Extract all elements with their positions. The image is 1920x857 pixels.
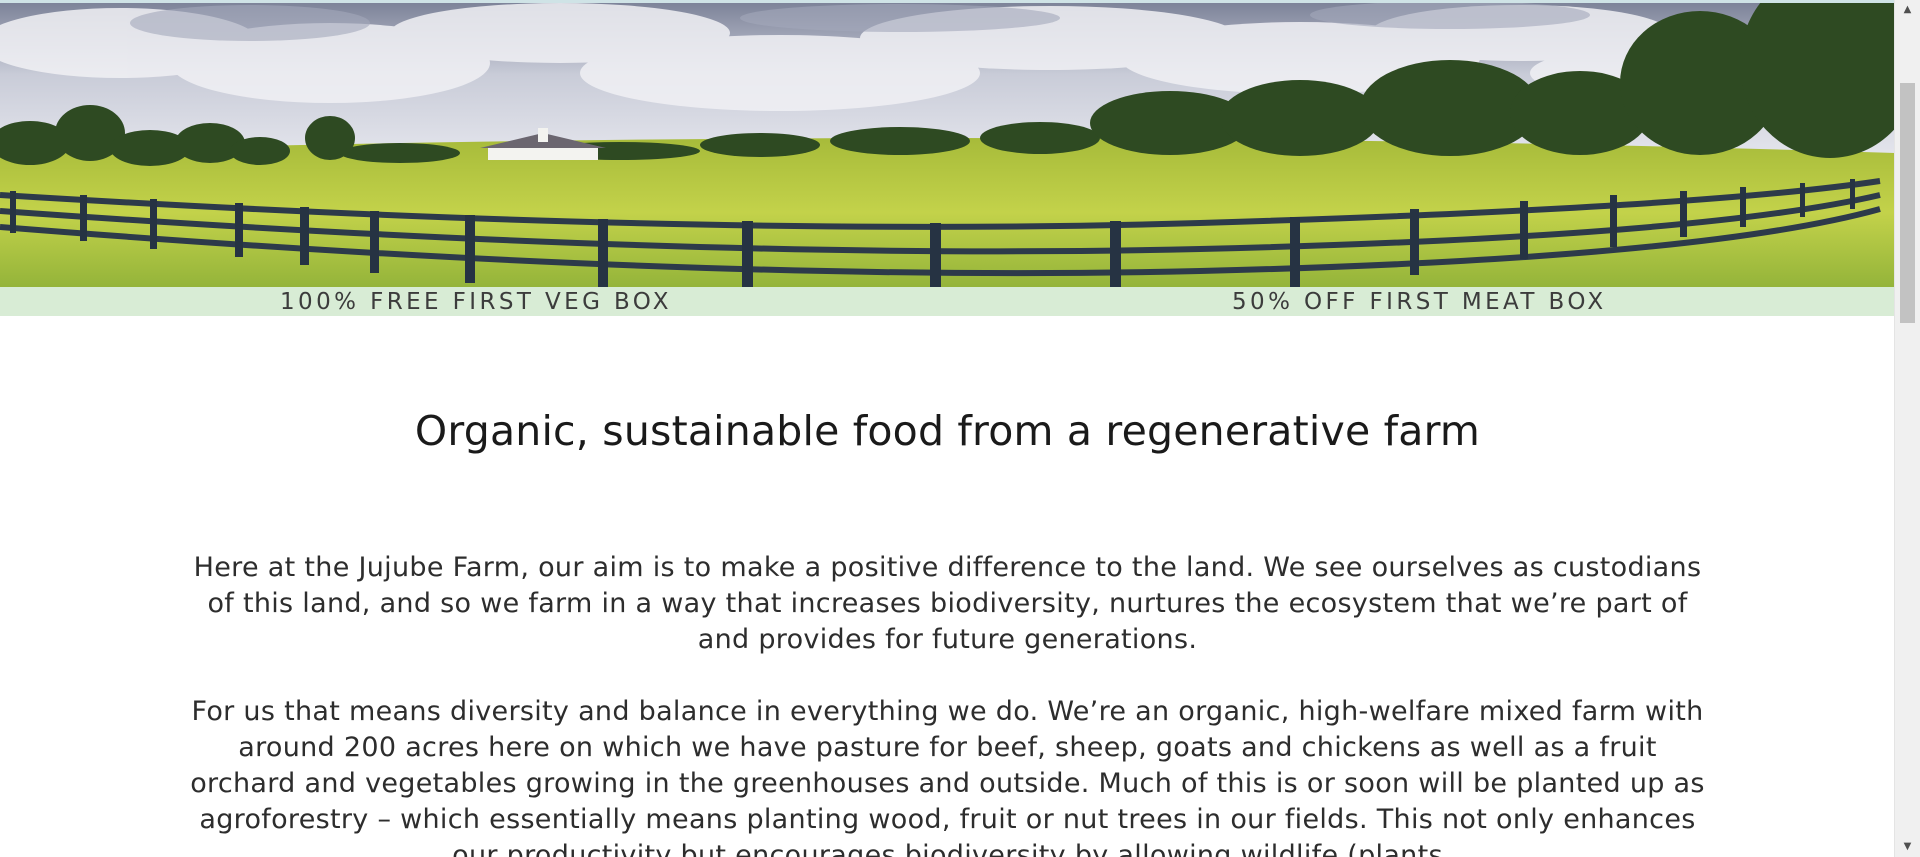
farm-description-paragraph: For us that means diversity and balance …	[190, 696, 1705, 857]
meat-box-discount-promo[interactable]: 50% OFF FIRST MEAT BOX	[1232, 289, 1607, 315]
page-title: Organic, sustainable food from a regener…	[414, 407, 1481, 455]
main-content: Organic, sustainable food from a regener…	[0, 316, 1895, 857]
chevron-down-icon[interactable]: ▼	[1895, 837, 1920, 857]
intro-paragraph: Here at the Jujube Farm, our aim is to m…	[193, 552, 1702, 655]
chevron-up-icon[interactable]: ▲	[1895, 0, 1920, 20]
page: 100% FREE FIRST VEG BOX 50% OFF FIRST ME…	[0, 0, 1920, 857]
hero-farm-image	[0, 3, 1895, 287]
promo-bar: 100% FREE FIRST VEG BOX 50% OFF FIRST ME…	[0, 287, 1895, 316]
free-veg-box-promo[interactable]: 100% FREE FIRST VEG BOX	[280, 289, 672, 315]
scrollbar-thumb[interactable]	[1900, 83, 1915, 323]
vertical-scrollbar[interactable]: ▲ ▼	[1894, 0, 1920, 857]
